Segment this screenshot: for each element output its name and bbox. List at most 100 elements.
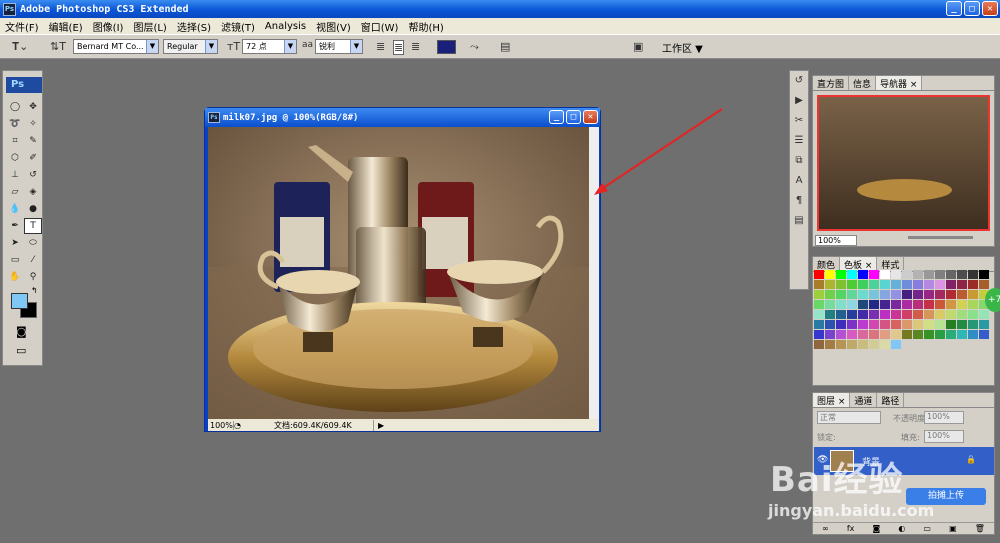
- swatch-cell[interactable]: [825, 300, 835, 309]
- layer-style-icon[interactable]: fx: [847, 524, 855, 533]
- menu-image[interactable]: 图像(I): [88, 19, 129, 34]
- swatch-cell[interactable]: [836, 330, 846, 339]
- swatch-cell[interactable]: [858, 320, 868, 329]
- tab-color[interactable]: 颜色: [813, 257, 841, 271]
- magic-wand-icon[interactable]: ✧: [24, 116, 42, 132]
- doc-maximize-button[interactable]: □: [566, 110, 581, 124]
- tab-navigator[interactable]: 导航器 ×: [876, 76, 923, 90]
- canvas-image[interactable]: [208, 127, 589, 419]
- swatch-cell[interactable]: [913, 270, 923, 279]
- swatch-cell[interactable]: [836, 310, 846, 319]
- swatch-cell[interactable]: [847, 330, 857, 339]
- swatch-cell[interactable]: [880, 320, 890, 329]
- character-panel-icon[interactable]: ▤: [500, 40, 510, 53]
- swatch-cell[interactable]: [836, 290, 846, 299]
- swatch-cell[interactable]: [946, 320, 956, 329]
- swatch-cell[interactable]: [979, 310, 989, 319]
- swatch-cell[interactable]: [858, 300, 868, 309]
- swatch-cell[interactable]: [968, 320, 978, 329]
- swatch-cell[interactable]: [891, 300, 901, 309]
- swatch-cell[interactable]: [858, 270, 868, 279]
- fill-field[interactable]: 100%: [924, 430, 964, 443]
- swatch-cell[interactable]: [880, 310, 890, 319]
- swatch-cell[interactable]: [891, 280, 901, 289]
- swatch-cell[interactable]: [979, 320, 989, 329]
- swatch-cell[interactable]: [814, 280, 824, 289]
- navigator-thumbnail[interactable]: [817, 95, 990, 231]
- swatch-grid[interactable]: [814, 270, 989, 349]
- swatch-cell[interactable]: [891, 330, 901, 339]
- swatch-cell[interactable]: [880, 300, 890, 309]
- swatch-cell[interactable]: [847, 270, 857, 279]
- swatch-cell[interactable]: [924, 280, 934, 289]
- swatch-cell[interactable]: [913, 310, 923, 319]
- clone-source-icon[interactable]: ⧉: [790, 151, 808, 171]
- screen-mode-icon[interactable]: ▭: [16, 344, 26, 357]
- swatch-cell[interactable]: [858, 340, 868, 349]
- healing-brush-icon[interactable]: ⬡: [6, 150, 24, 166]
- swatch-cell[interactable]: [935, 320, 945, 329]
- swatch-cell[interactable]: [946, 280, 956, 289]
- quick-mask-icon[interactable]: ◙: [16, 325, 27, 338]
- brushes-icon[interactable]: ☰: [790, 131, 808, 151]
- swatch-cell[interactable]: [924, 300, 934, 309]
- swatch-cell[interactable]: [946, 310, 956, 319]
- swatch-cell[interactable]: [913, 290, 923, 299]
- swatch-cell[interactable]: [924, 270, 934, 279]
- brush-tool-icon[interactable]: ✐: [24, 150, 42, 166]
- swatch-cell[interactable]: [814, 340, 824, 349]
- maximize-button[interactable]: □: [964, 1, 980, 16]
- swatch-cell[interactable]: [825, 330, 835, 339]
- menu-filter[interactable]: 滤镜(T): [216, 19, 260, 34]
- swatch-cell[interactable]: [880, 280, 890, 289]
- swatch-cell[interactable]: [902, 320, 912, 329]
- swatch-cell[interactable]: [858, 290, 868, 299]
- swatch-cell[interactable]: [913, 300, 923, 309]
- dodge-tool-icon[interactable]: ●: [24, 201, 42, 217]
- tab-histogram[interactable]: 直方图: [813, 76, 850, 90]
- eyedropper-icon[interactable]: ⁄: [24, 252, 42, 268]
- zoom-level[interactable]: 100%: [208, 420, 234, 430]
- swatch-cell[interactable]: [968, 330, 978, 339]
- swatch-cell[interactable]: [924, 310, 934, 319]
- align-right-icon[interactable]: ≣: [411, 40, 420, 53]
- history-brush-icon[interactable]: ↺: [24, 167, 42, 183]
- swatch-cell[interactable]: [847, 340, 857, 349]
- upload-badge[interactable]: 拍摊上传: [906, 488, 986, 505]
- tools-preset-icon[interactable]: ✂: [790, 111, 808, 131]
- swatch-cell[interactable]: [836, 280, 846, 289]
- move-tool-icon[interactable]: ✥: [24, 99, 42, 115]
- tab-layers[interactable]: 图层 ×: [813, 393, 851, 407]
- swatch-cell[interactable]: [836, 320, 846, 329]
- swatch-cell[interactable]: [825, 320, 835, 329]
- swatch-cell[interactable]: [935, 280, 945, 289]
- swatch-cell[interactable]: [814, 270, 824, 279]
- status-menu-icon[interactable]: ◔: [234, 421, 248, 430]
- swatch-cell[interactable]: [814, 320, 824, 329]
- paragraph-icon[interactable]: ¶: [790, 191, 808, 211]
- swatch-cell[interactable]: [968, 300, 978, 309]
- swatch-cell[interactable]: [968, 270, 978, 279]
- swatch-cell[interactable]: [847, 310, 857, 319]
- font-style-select[interactable]: Regular ▼: [163, 39, 218, 54]
- swatch-cell[interactable]: [891, 290, 901, 299]
- swatch-cell[interactable]: [924, 320, 934, 329]
- tab-info[interactable]: 信息: [849, 76, 877, 90]
- tab-styles[interactable]: 样式: [877, 257, 905, 271]
- text-orientation-icon[interactable]: ⇅T: [50, 40, 66, 53]
- swatch-cell[interactable]: [880, 340, 890, 349]
- navigator-zoom-field[interactable]: 100%: [815, 235, 857, 246]
- swatch-cell[interactable]: [869, 290, 879, 299]
- swatch-cell[interactable]: [946, 290, 956, 299]
- swatch-cell[interactable]: [869, 330, 879, 339]
- swatch-cell[interactable]: [847, 300, 857, 309]
- layer-mask-icon[interactable]: ◙: [872, 524, 880, 533]
- marquee-tool-icon[interactable]: ◯: [6, 99, 24, 115]
- swatch-cell[interactable]: [825, 270, 835, 279]
- menu-analysis[interactable]: Analysis: [260, 21, 311, 32]
- menu-edit[interactable]: 编辑(E): [44, 19, 88, 34]
- swatch-cell[interactable]: [814, 300, 824, 309]
- align-left-icon[interactable]: ≣: [376, 40, 385, 53]
- tab-paths[interactable]: 路径: [877, 393, 905, 407]
- swatch-cell[interactable]: [957, 330, 967, 339]
